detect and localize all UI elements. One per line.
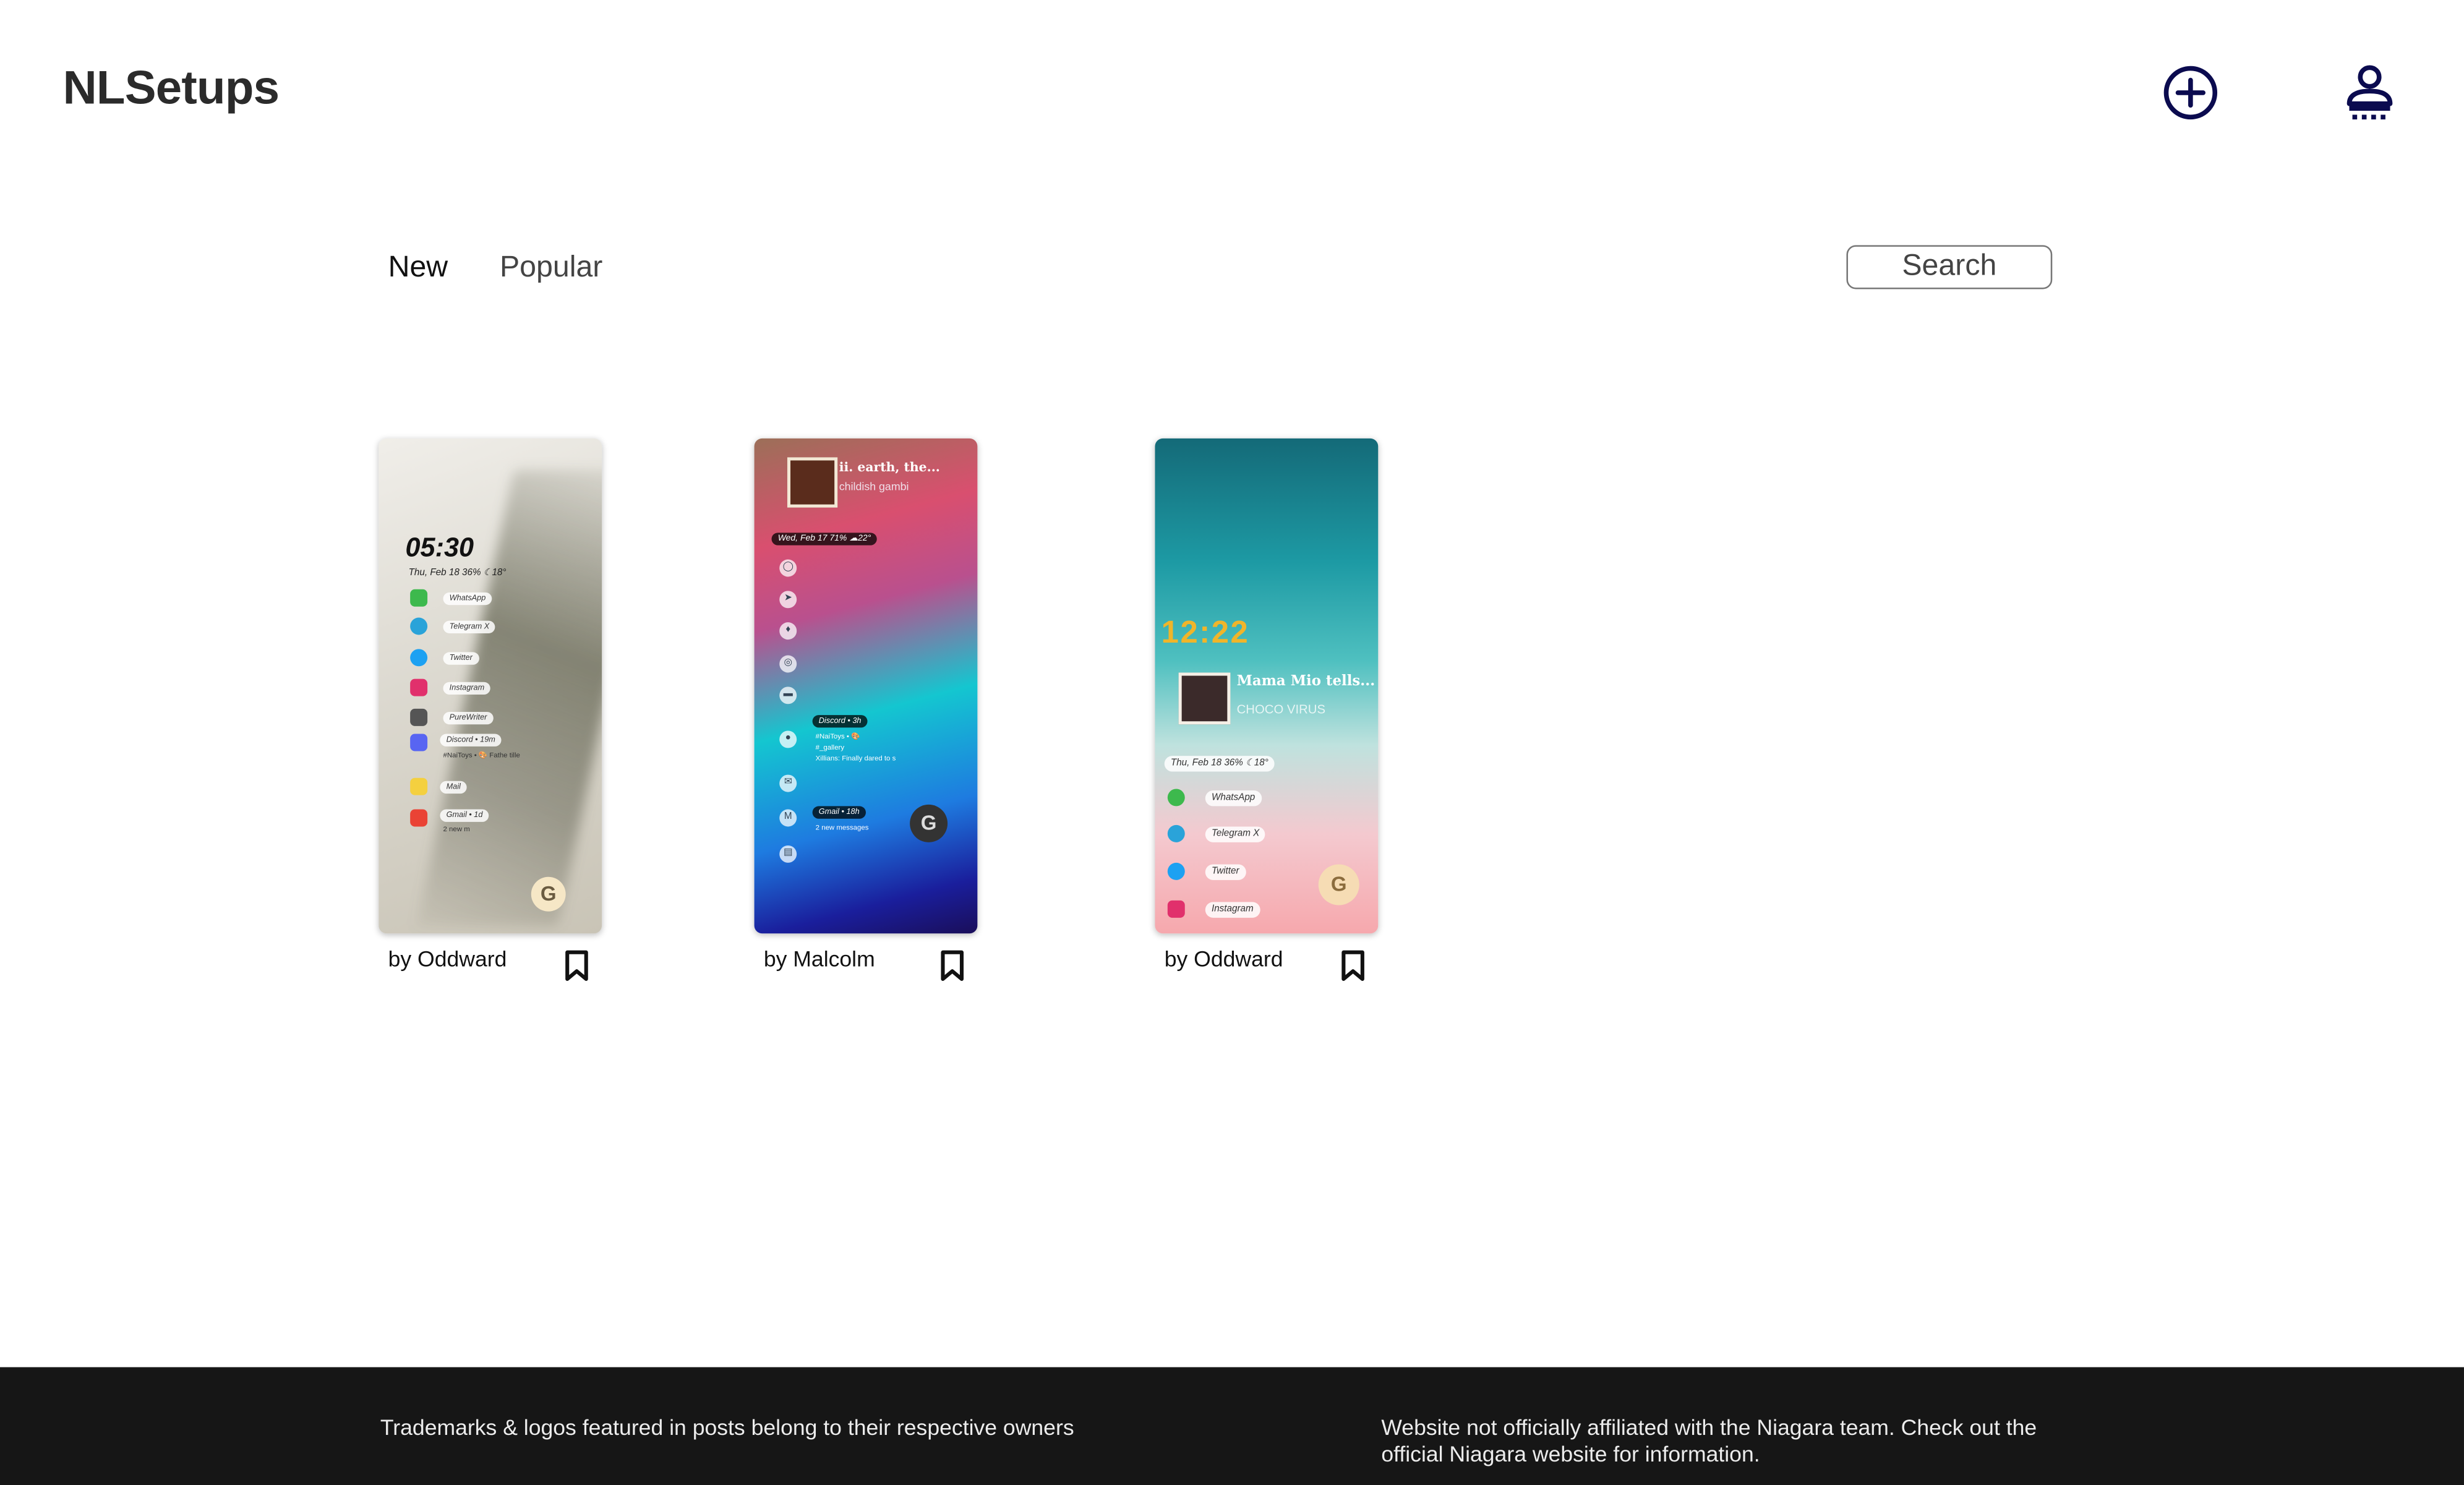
app-chip: PureWriter — [443, 711, 494, 725]
album-art — [1178, 672, 1231, 725]
date-info: Wed, Feb 17 71% ☁22° — [771, 533, 878, 546]
post-card: 05:30 Thu, Feb 18 36% ☾18° WhatsApp Tele… — [379, 438, 605, 981]
clock-text: 05:30 — [405, 533, 474, 563]
discord-icon — [410, 734, 428, 751]
bookmark-button[interactable] — [563, 949, 591, 982]
music-title: ii. earth, the... — [839, 458, 940, 475]
mail-icon — [410, 777, 428, 795]
app-chip: Gmail • 1d — [440, 809, 489, 822]
post-card: ii. earth, the... childish gambi Wed, Fe… — [754, 438, 981, 981]
discord-chip: Discord • 3h — [812, 715, 868, 728]
google-search-icon: G — [910, 804, 948, 842]
setup-preview-image[interactable]: 12:22 Mama Mio tells... CHOCO VIRUS Thu,… — [1155, 438, 1379, 934]
purewriter-icon: ▬ — [779, 687, 797, 704]
page: NLSetups New Popular 05:30 Thu, Feb 18 3… — [0, 0, 2464, 1485]
twitter-icon — [1167, 862, 1185, 880]
whatsapp-icon: ◯ — [779, 559, 797, 577]
app-chip: Twitter — [1205, 864, 1246, 880]
account-button[interactable] — [2342, 63, 2398, 123]
app-chip: WhatsApp — [443, 592, 492, 606]
instagram-icon — [410, 678, 428, 696]
post-card: 12:22 Mama Mio tells... CHOCO VIRUS Thu,… — [1155, 438, 1381, 981]
app-chip: WhatsApp — [1205, 790, 1262, 807]
clock-text: 12:22 — [1161, 615, 1250, 651]
app-chip: Telegram X — [1205, 826, 1266, 842]
add-post-button[interactable] — [2162, 63, 2218, 123]
twitter-icon: ♦ — [779, 622, 797, 640]
gmail-subtext: 2 new messages — [815, 823, 869, 832]
post-author[interactable]: by Malcolm — [764, 946, 875, 972]
tab-popular[interactable]: Popular — [500, 252, 602, 286]
music-artist: CHOCO VIRUS — [1236, 702, 1326, 717]
instagram-icon — [1167, 900, 1185, 918]
music-artist: childish gambi — [839, 482, 909, 494]
mail-icon: ✉ — [779, 774, 797, 792]
search-input[interactable] — [1846, 245, 2053, 289]
app-chip: Instagram — [1205, 902, 1260, 918]
discord-subtext: #_gallery — [815, 743, 845, 751]
bookmark-button[interactable] — [938, 949, 967, 982]
gmail-subtext: 2 new m — [443, 824, 470, 833]
google-search-icon: G — [1318, 864, 1359, 905]
gmail-icon: M — [779, 809, 797, 827]
footer-affiliation-notice: Website not officially affiliated with t… — [1381, 1414, 2037, 1466]
twitter-icon — [410, 649, 428, 667]
discord-icon: ● — [779, 730, 797, 748]
app-chip: Twitter — [443, 652, 479, 665]
whatsapp-icon — [410, 589, 428, 607]
app-chip: Discord • 19m — [440, 734, 502, 747]
date-info: Thu, Feb 18 36% ☾18° — [408, 568, 507, 579]
app-chip: Mail — [440, 781, 468, 794]
site-logo[interactable]: NLSetups — [63, 63, 280, 116]
discord-subtext: Xillians: Finally dared to s — [815, 754, 896, 763]
setup-preview-image[interactable]: 05:30 Thu, Feb 18 36% ☾18° WhatsApp Tele… — [379, 438, 602, 934]
music-title: Mama Mio tells... — [1236, 674, 1375, 690]
bookmark-button[interactable] — [1339, 949, 1367, 982]
notes-icon: ▤ — [779, 845, 797, 863]
purewriter-icon — [410, 708, 428, 726]
discord-subtext: #NaiToys • 🎨 Fathe tille — [443, 751, 520, 760]
whatsapp-icon — [1167, 789, 1185, 807]
telegram-icon — [410, 617, 428, 635]
post-author[interactable]: by Oddward — [388, 946, 507, 972]
setup-preview-image[interactable]: ii. earth, the... childish gambi Wed, Fe… — [754, 438, 978, 934]
app-chip: Instagram — [443, 682, 491, 695]
instagram-icon: ◎ — [779, 655, 797, 673]
footer: Trademarks & logos featured in posts bel… — [0, 1367, 2464, 1485]
telegram-icon — [1167, 824, 1185, 842]
add-circle-icon — [2163, 66, 2218, 120]
bookmark-icon — [941, 950, 964, 981]
post-author[interactable]: by Oddward — [1165, 946, 1283, 972]
album-art — [787, 457, 838, 508]
date-info: Thu, Feb 18 36% ☾18° — [1164, 756, 1275, 772]
gmail-chip: Gmail • 18h — [812, 806, 866, 819]
app-chip: Telegram X — [443, 620, 496, 633]
tab-new[interactable]: New — [388, 252, 448, 286]
telegram-icon: ➤ — [779, 591, 797, 609]
google-search-icon: G — [531, 876, 566, 912]
bookmark-icon — [565, 950, 588, 981]
gmail-icon — [410, 809, 428, 827]
bookmark-icon — [1341, 950, 1364, 981]
footer-trademark-notice: Trademarks & logos featured in posts bel… — [380, 1414, 1074, 1440]
user-account-icon — [2346, 65, 2393, 120]
discord-subtext: #NaiToys • 🎨 — [815, 732, 860, 740]
